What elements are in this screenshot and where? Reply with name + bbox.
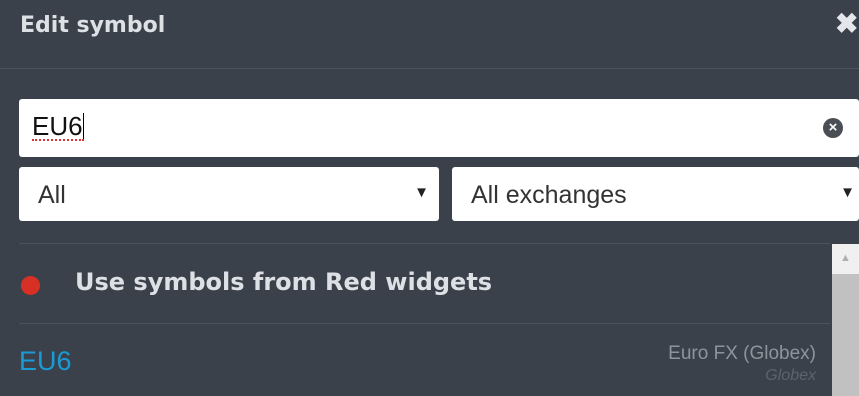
result-exchange: Globex xyxy=(765,367,816,384)
close-icon[interactable]: ✖ xyxy=(835,10,859,38)
result-description: Euro FX (Globex) xyxy=(668,343,816,364)
dialog-title: Edit symbol xyxy=(20,13,166,38)
dropdown-arrow-icon: ▼ xyxy=(414,184,429,201)
clear-circle-icon[interactable]: × xyxy=(823,118,843,138)
search-input-value[interactable]: EU6 xyxy=(32,113,84,141)
symbol-type-select[interactable]: All ▼ xyxy=(19,167,439,221)
result-symbol[interactable]: EU6 xyxy=(19,346,72,377)
dialog-header: Edit symbol ✖ xyxy=(0,0,859,69)
results-scrollbar[interactable]: ▲ xyxy=(832,244,859,396)
text-caret xyxy=(82,113,84,139)
exchange-value: All exchanges xyxy=(471,181,627,209)
divider xyxy=(19,243,830,244)
dropdown-arrow-icon: ▼ xyxy=(840,184,855,201)
symbol-search-input[interactable]: EU6 × xyxy=(19,99,859,157)
scroll-up-icon[interactable]: ▲ xyxy=(832,244,859,272)
edit-symbol-dialog: Edit symbol ✖ EU6 × All ▼ All exchanges … xyxy=(0,0,859,396)
exchange-select[interactable]: All exchanges ▼ xyxy=(452,167,859,221)
red-dot-icon xyxy=(21,276,40,295)
use-red-widgets-label: Use symbols from Red widgets xyxy=(75,268,493,296)
symbol-type-value: All xyxy=(38,181,66,209)
scroll-thumb[interactable] xyxy=(832,274,859,396)
